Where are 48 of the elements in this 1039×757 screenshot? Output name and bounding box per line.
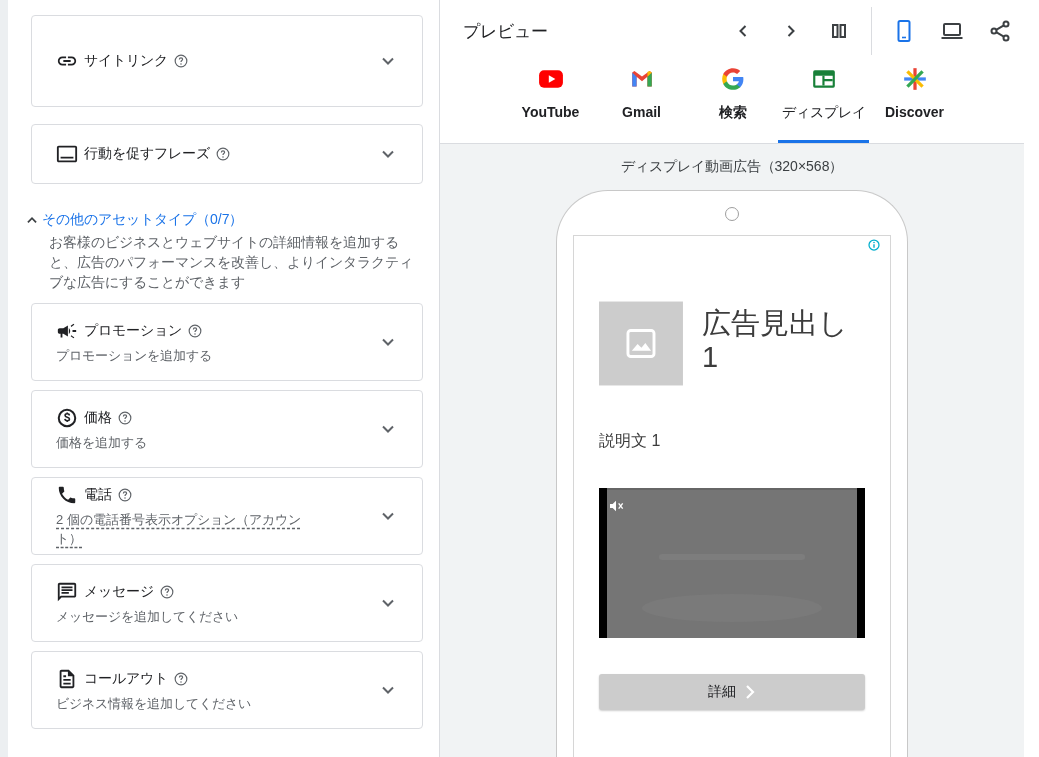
search-icon — [719, 66, 746, 92]
help-icon — [174, 54, 188, 68]
mute-icon[interactable] — [608, 498, 624, 514]
help-icon — [160, 584, 174, 599]
help-icon — [216, 147, 230, 161]
asset-card[interactable]: プロモーション プロモーションを追加する — [31, 303, 423, 381]
ad-headline: 広告見出し 1 — [701, 306, 849, 374]
card-title: サイトリンク — [84, 52, 168, 70]
help-icon — [174, 671, 188, 686]
format-label: ディスプレイ動画広告（320×568） — [620, 158, 844, 176]
asset-card[interactable]: 価格 価格を追加する — [31, 390, 423, 468]
screen-icon — [56, 143, 78, 165]
asset-card[interactable]: サイトリンク — [31, 15, 423, 107]
card-title: プロモーション — [84, 321, 182, 340]
details-button[interactable]: 詳細 — [599, 674, 865, 710]
card-subtitle: ビジネス情報を追加してください — [56, 694, 252, 713]
asset-card[interactable]: 電話 2 個の電話番号表示オプション（アカウント） — [31, 477, 423, 555]
image-placeholder-icon — [599, 300, 683, 387]
ad-description: 説明文 1 — [599, 431, 662, 451]
card-subtitle: メッセージを追加してください — [56, 607, 239, 626]
section-description: お客様のビジネスとウェブサイトの詳細情報を追加すると、広告のパフォーマンスを改善し、よりインタラクティブな広告にすることができます — [49, 233, 414, 292]
card-subtitle: 価格を追加する — [56, 433, 148, 452]
help-icon — [118, 410, 132, 425]
channel-tab[interactable]: YouTube — [505, 62, 596, 143]
section-toggle[interactable]: その他のアセットタイプ（0/7） — [25, 211, 244, 229]
chevron-right-icon — [744, 684, 756, 700]
phone-icon — [56, 484, 78, 506]
card-title: 価格 — [84, 408, 112, 427]
card-subtitle: プロモーションを追加する — [56, 346, 213, 365]
dollar-icon — [56, 406, 78, 429]
card-title: 行動を促すフレーズ — [84, 145, 210, 163]
asset-card[interactable]: コールアウト ビジネス情報を追加してください — [31, 651, 423, 729]
message-icon — [56, 580, 78, 603]
help-icon — [188, 323, 202, 338]
info-icon[interactable] — [868, 239, 880, 251]
asterisk-icon — [901, 66, 928, 92]
help-icon — [118, 488, 132, 502]
channel-tab[interactable]: Gmail — [596, 62, 687, 143]
channel-tab[interactable]: Discover — [869, 62, 960, 143]
account-link[interactable]: 2 個の電話番号表示オプション（アカウント） — [56, 510, 326, 548]
card-title: 電話 — [84, 486, 112, 504]
card-title: コールアウト — [84, 669, 168, 688]
preview-title: プレビュー — [463, 20, 549, 43]
card-title: メッセージ — [84, 582, 154, 601]
share-icon[interactable] — [988, 19, 1012, 43]
asset-card[interactable]: 行動を促すフレーズ — [31, 124, 423, 184]
channel-tab[interactable]: 検索 — [687, 62, 778, 143]
asset-card[interactable]: メッセージ メッセージを追加してください — [31, 564, 423, 642]
